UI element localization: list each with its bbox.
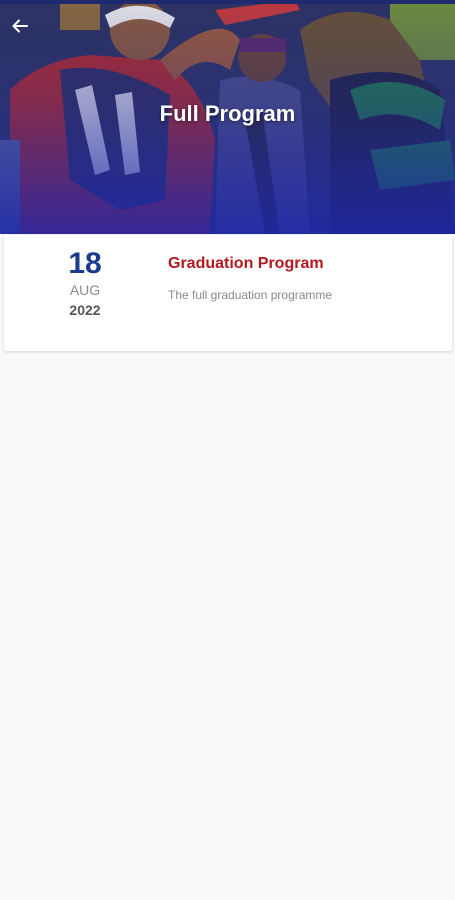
event-title[interactable]: Graduation Program [168,255,324,273]
event-year: 2022 [69,302,101,318]
event-month: AUG [69,282,101,298]
event-description: The full graduation programme [168,288,333,302]
arrow-left-icon [11,17,29,40]
event-card[interactable]: 18 AUG 2022 Graduation Program The full … [4,235,452,351]
back-button[interactable] [6,14,34,42]
page-title: Full Program [159,101,296,126]
header-banner: Full Program [0,0,455,234]
event-date: 18 AUG 2022 [30,247,140,321]
event-day: 18 [68,247,102,280]
status-bar [0,0,455,4]
